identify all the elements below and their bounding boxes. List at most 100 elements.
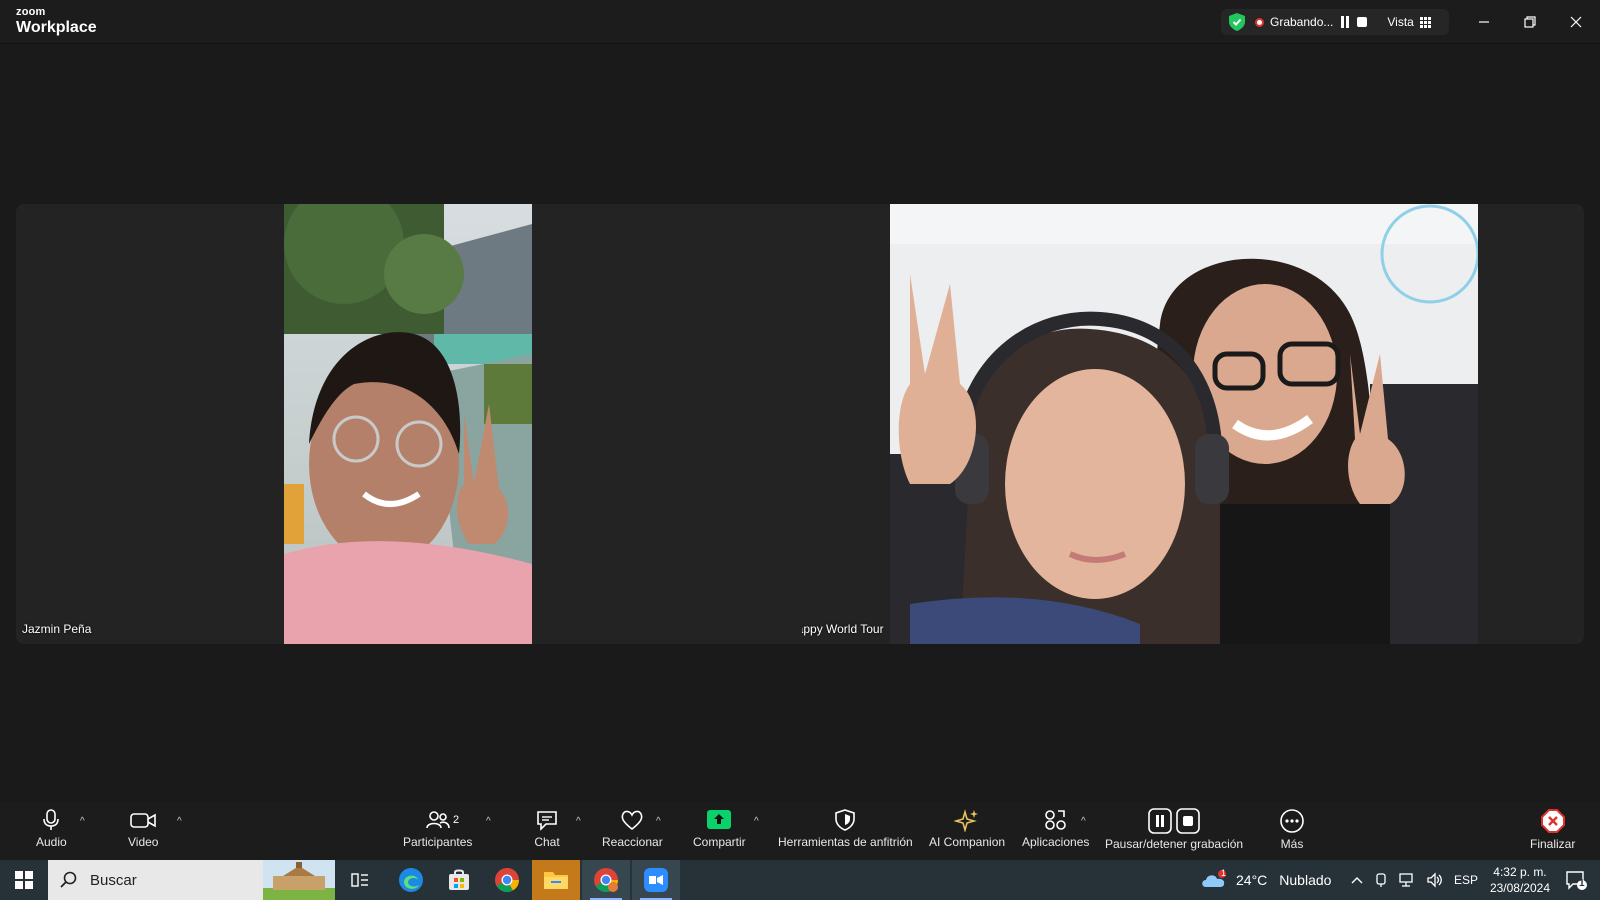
zoom-logo: zoom Workplace xyxy=(16,7,97,36)
shield-check-icon[interactable] xyxy=(1229,13,1245,31)
more-button[interactable]: Más xyxy=(1279,808,1305,851)
apps-button[interactable]: Aplicaciones xyxy=(1022,808,1089,849)
edge-app[interactable] xyxy=(388,860,434,900)
chat-button[interactable]: Chat xyxy=(534,808,560,849)
chat-label: Chat xyxy=(534,835,560,849)
folder-icon xyxy=(544,872,568,889)
weather-desc: Nublado xyxy=(1279,872,1332,888)
participant-video-1 xyxy=(284,204,532,644)
host-tools-label: Herramientas de anfitrión xyxy=(778,835,913,849)
store-app[interactable] xyxy=(436,860,482,900)
apps-options-caret-icon[interactable]: ^ xyxy=(1081,816,1086,827)
ai-companion-button[interactable]: AI Companion xyxy=(929,808,1005,849)
share-label: Compartir xyxy=(693,835,746,849)
windows-taskbar: Buscar 1 24°C Nublado ESP 4:32 p. m. 23/… xyxy=(0,860,1600,900)
brand-small: zoom xyxy=(16,6,46,18)
shield-icon xyxy=(835,809,856,831)
search-highlight-image xyxy=(263,860,335,900)
microphone-icon xyxy=(43,809,60,830)
chat-icon xyxy=(537,811,557,831)
video-gallery: Jazmin Peña ppy World Tour xyxy=(0,44,1600,802)
end-meeting-button[interactable]: Finalizar xyxy=(1530,808,1575,851)
language-indicator[interactable]: ESP xyxy=(1454,873,1478,887)
react-button[interactable]: Reaccionar xyxy=(602,808,663,849)
restore-icon xyxy=(1524,16,1536,28)
share-screen-icon xyxy=(707,810,732,829)
view-label: Vista xyxy=(1387,15,1414,29)
zoom-app[interactable] xyxy=(632,860,680,900)
task-view-icon xyxy=(351,873,368,887)
system-tray: ESP xyxy=(1350,860,1478,900)
pause-icon[interactable] xyxy=(1341,16,1351,28)
stop-icon[interactable] xyxy=(1357,17,1368,27)
view-button[interactable]: Vista xyxy=(1387,15,1431,29)
windows-icon xyxy=(15,871,33,889)
start-button[interactable] xyxy=(0,860,48,900)
apps-icon xyxy=(1044,810,1066,830)
edge-icon xyxy=(399,868,423,892)
grid-view-icon xyxy=(1419,16,1431,28)
clock-date: 23/08/2024 xyxy=(1489,881,1550,895)
minimize-button[interactable] xyxy=(1472,10,1496,34)
video-button[interactable]: Video xyxy=(128,808,158,849)
restore-button[interactable] xyxy=(1518,10,1542,34)
ai-companion-label: AI Companion xyxy=(929,835,1006,849)
microsoft-store-icon xyxy=(449,869,469,890)
host-tools-button[interactable]: Herramientas de anfitrión xyxy=(778,808,913,849)
taskbar-search[interactable]: Buscar xyxy=(48,860,335,900)
recording-status[interactable]: Grabando... xyxy=(1270,15,1333,29)
notification-count: 1 xyxy=(1579,878,1585,889)
participants-icon xyxy=(425,811,450,829)
share-button[interactable]: Compartir xyxy=(693,808,746,849)
participants-options-caret-icon[interactable]: ^ xyxy=(486,816,491,827)
react-label: Reaccionar xyxy=(602,835,663,849)
video-options-caret-icon[interactable]: ^ xyxy=(177,816,182,827)
clock-time: 4:32 p. m. xyxy=(1493,865,1547,879)
react-options-caret-icon[interactable]: ^ xyxy=(656,816,661,827)
video-label: Video xyxy=(128,835,159,849)
clock[interactable]: 4:32 p. m. 23/08/2024 xyxy=(1490,864,1550,896)
share-options-caret-icon[interactable]: ^ xyxy=(754,816,759,827)
audio-label: Audio xyxy=(36,835,67,849)
sparkle-icon xyxy=(954,809,979,832)
more-label: Más xyxy=(1280,837,1304,851)
end-meeting-label: Finalizar xyxy=(1530,837,1576,851)
search-placeholder: Buscar xyxy=(90,871,137,889)
more-icon xyxy=(1280,809,1304,833)
audio-button[interactable]: Audio xyxy=(36,808,67,849)
task-view-button[interactable] xyxy=(340,860,380,900)
meeting-tray-icon[interactable] xyxy=(1374,872,1388,888)
close-button[interactable] xyxy=(1564,10,1588,34)
chat-options-caret-icon[interactable]: ^ xyxy=(576,816,581,827)
participants-button[interactable]: Participantes xyxy=(403,808,472,849)
audio-options-caret-icon[interactable]: ^ xyxy=(80,816,85,827)
video-camera-icon xyxy=(130,813,157,828)
recording-pill[interactable]: Grabando... Vista xyxy=(1221,9,1449,35)
weather-widget[interactable]: 1 24°C Nublado xyxy=(1200,860,1331,900)
chevron-up-icon[interactable] xyxy=(1350,875,1364,885)
participant-tile-2[interactable]: Happy World Tour xyxy=(802,204,1584,644)
participant-name-1: Jazmin Peña xyxy=(22,622,92,636)
chrome-profile-app[interactable] xyxy=(582,860,630,900)
chrome-app[interactable] xyxy=(484,860,530,900)
participant-video-2 xyxy=(890,204,1478,644)
file-explorer-app[interactable] xyxy=(532,860,580,900)
network-icon[interactable] xyxy=(1398,872,1416,888)
pause-stop-recording-button[interactable]: Pausar/detener grabación xyxy=(1105,808,1243,851)
weather-temp: 24°C xyxy=(1236,872,1268,888)
volume-icon[interactable] xyxy=(1426,872,1444,888)
chrome-profile-icon xyxy=(594,868,618,893)
heart-icon xyxy=(621,810,643,831)
weather-badge: 1 xyxy=(1221,868,1227,878)
close-icon xyxy=(1570,16,1582,28)
chrome-icon xyxy=(495,868,519,893)
end-meeting-icon xyxy=(1540,809,1565,833)
participants-label: Participantes xyxy=(403,835,473,849)
search-icon xyxy=(60,871,77,888)
participant-tile-1[interactable]: Jazmin Peña xyxy=(16,204,882,644)
pause-stop-recording-label: Pausar/detener grabación xyxy=(1105,837,1244,851)
minimize-icon xyxy=(1479,21,1489,23)
participants-count: 2 xyxy=(453,814,460,826)
recording-dot-icon xyxy=(1255,17,1264,27)
notifications-button[interactable]: 1 xyxy=(1556,860,1596,900)
